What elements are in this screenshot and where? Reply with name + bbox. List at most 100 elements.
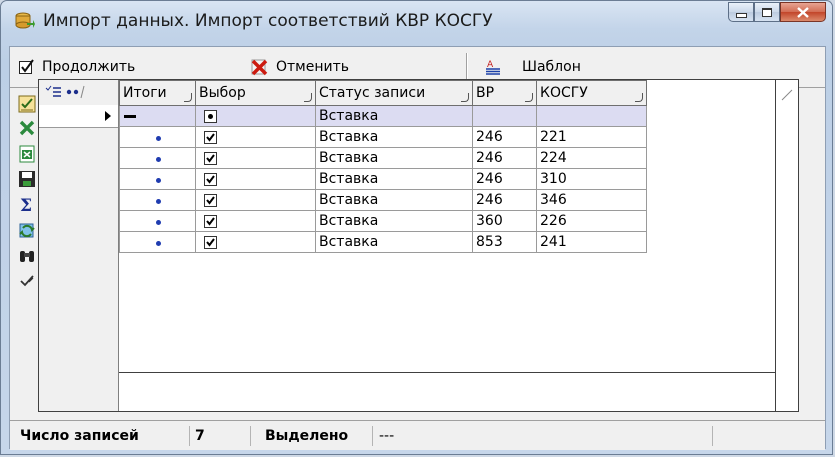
data-grid[interactable]: Итоги Выбор Статус записи ВР КОСГУ Встав… [38,79,799,412]
check-icon [206,216,215,226]
select-cell[interactable] [195,231,316,253]
template-label: Шаблон [522,59,581,75]
column-header-label: КОСГУ [540,85,588,101]
status-bar: Число записей 7 Выделено --- [10,420,825,450]
table-row[interactable]: Вставка 360 226 [119,210,647,232]
template-icon: A [486,60,500,75]
table-row[interactable]: Вставка 246 221 [119,126,647,148]
kosgu-cell: 224 [536,147,647,169]
filter-arrow-icon[interactable] [461,93,469,102]
grid-table[interactable]: Итоги Выбор Статус записи ВР КОСГУ Встав… [119,80,647,253]
row-dot-icon [156,199,161,204]
totals-cell [119,189,196,211]
table-row[interactable]: Вставка 246 346 [119,189,647,211]
table-row[interactable]: Вставка 246 224 [119,147,647,169]
excel-icon[interactable] [18,119,36,137]
current-row-indicator [39,105,118,128]
toolbar-separator [466,53,468,81]
binoculars-search-icon[interactable] [18,247,36,265]
continue-button[interactable]: Продолжить [18,56,135,78]
filter-arrow-icon[interactable] [635,93,643,102]
save-disk-icon[interactable] [18,170,36,188]
close-button[interactable] [780,2,826,22]
column-header-status[interactable]: Статус записи [315,80,473,106]
vr-cell: 853 [472,231,537,253]
filter-arrow-icon[interactable] [525,93,533,102]
window-title: Импорт данных. Импорт соответствий КВР К… [43,11,493,31]
row-checkbox[interactable] [204,193,217,207]
totals-cell [119,126,196,148]
current-row-arrow-icon [105,111,111,121]
collapse-dash-icon[interactable] [124,114,136,118]
status-cell: Вставка [315,105,473,127]
check-mark-icon[interactable] [18,272,36,290]
import-window: Импорт данных. Импорт соответствий КВР К… [0,0,833,455]
column-header-label: ВР [476,85,495,101]
column-header-label: Статус записи [319,85,426,101]
maximize-button[interactable] [754,2,780,22]
checkbox-check-icon [19,59,34,74]
totals-cell [119,210,196,232]
column-header-select[interactable]: Выбор [195,80,316,106]
table-row[interactable]: Вставка 853 241 [119,231,647,253]
client-area: Продолжить Отменить A Шаблон Σ Итоги Выб… [9,46,826,450]
row-checkbox[interactable] [204,235,217,249]
close-icon [797,6,809,18]
row-dot-icon [156,241,161,246]
kosgu-cell: 221 [536,126,647,148]
row-checkbox[interactable] [204,151,217,165]
selected-value: --- [379,427,395,444]
status-cell: Вставка [315,189,473,211]
selected-label: Выделено [265,427,349,444]
title-bar[interactable]: Импорт данных. Импорт соответствий КВР К… [1,1,832,43]
status-cell: Вставка [315,168,473,190]
select-cell[interactable] [195,168,316,190]
sum-icon[interactable]: Σ [18,195,36,213]
record-count-label: Число записей [20,427,139,444]
grid-corner-header [39,80,118,106]
select-all-checkbox[interactable] [204,109,217,123]
row-dot-icon [156,136,161,141]
vr-cell [472,105,537,127]
cancel-button[interactable]: Отменить [250,56,349,78]
maximize-icon [762,7,772,17]
kosgu-cell: 346 [536,189,647,211]
row-checkbox[interactable] [204,214,217,228]
checklist-icon[interactable] [18,95,36,113]
select-cell[interactable] [195,189,316,211]
status-divider [712,426,713,446]
svg-text:Σ: Σ [20,196,32,213]
totals-cell [119,231,196,253]
continue-label: Продолжить [42,59,136,75]
excel-export-icon[interactable] [18,145,36,163]
footer-separator [119,372,798,373]
check-icon [206,174,215,184]
column-header-kosgu[interactable]: КОСГУ [536,80,647,106]
totals-cell [119,147,196,169]
vr-cell: 246 [472,189,537,211]
row-dot-icon [156,220,161,225]
caption-buttons [728,2,826,23]
vertical-scrollbar[interactable] [775,80,798,411]
refresh-icon[interactable] [18,222,36,240]
totals-cell [119,168,196,190]
column-settings-icon[interactable] [45,85,85,100]
row-checkbox[interactable] [204,172,217,186]
kosgu-cell [536,105,647,127]
filter-arrow-icon[interactable] [304,93,312,102]
red-x-icon [251,59,268,76]
select-cell[interactable] [195,126,316,148]
column-header-vr[interactable]: ВР [472,80,537,106]
select-cell[interactable] [195,210,316,232]
check-icon [206,237,215,247]
filter-arrow-icon[interactable] [184,93,192,102]
column-header-totals[interactable]: Итоги [119,80,196,106]
minimize-button[interactable] [728,2,754,22]
select-cell[interactable] [195,105,316,127]
select-cell[interactable] [195,147,316,169]
totals-cell [119,105,196,127]
template-button[interactable]: A Шаблон [484,56,581,78]
table-row[interactable]: Вставка 246 310 [119,168,647,190]
summary-row[interactable]: Вставка [119,105,647,127]
row-checkbox[interactable] [204,130,217,144]
